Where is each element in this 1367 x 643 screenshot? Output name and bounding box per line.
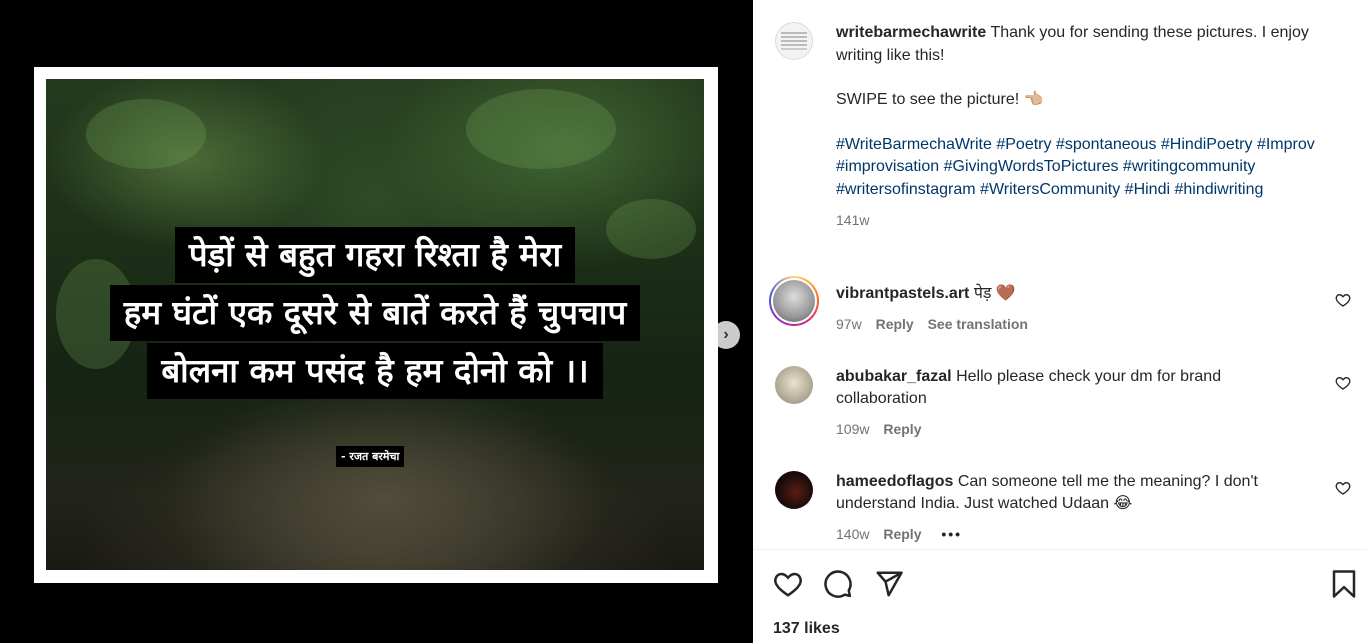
action-bar: 137 likes [753, 549, 1367, 643]
like-heart-icon[interactable] [773, 569, 803, 599]
comment: abubakar_fazal Hello please check your d… [836, 366, 1316, 440]
comment-age: 97w [836, 316, 862, 332]
comment-username[interactable]: vibrantpastels.art [836, 285, 969, 302]
likes-count[interactable]: 137 likes [773, 620, 840, 638]
poem-overlay: पेड़ों से बहुत गहरा रिश्ता है मेरा हम घं… [46, 227, 704, 401]
post-image[interactable]: पेड़ों से बहुत गहरा रिश्ता है मेरा हम घं… [46, 79, 704, 570]
reply-button[interactable]: Reply [883, 421, 921, 437]
poem-line: पेड़ों से बहुत गहरा रिश्ता है मेरा [174, 227, 576, 283]
heart-icon[interactable] [1335, 480, 1351, 496]
bookmark-icon[interactable] [1329, 569, 1359, 599]
caption-age: 141w [836, 212, 870, 228]
commenter-avatar[interactable] [775, 366, 813, 404]
image-frame: पेड़ों से बहुत गहरा रिश्ता है मेरा हम घं… [34, 67, 718, 583]
post-details: writebarmechawrite Thank you for sending… [753, 0, 1367, 643]
caption-swipe: SWIPE to see the picture! 👈🏼 [836, 91, 1044, 108]
heart-icon[interactable] [1335, 292, 1351, 308]
comment: hameedoflagos Can someone tell me the me… [836, 471, 1316, 545]
comment-age: 140w [836, 526, 870, 542]
comment-username[interactable]: abubakar_fazal [836, 368, 952, 385]
comment-username[interactable]: hameedoflagos [836, 473, 953, 490]
caption-hashtags[interactable]: #WriteBarmechaWrite #Poetry #spontaneous… [836, 134, 1316, 202]
next-image-button[interactable]: › [712, 321, 740, 349]
poem-line: हम घंटों एक दूसरे से बातें करते हैं चुपच… [109, 285, 641, 341]
comment-text: पेड़ 🤎 [973, 285, 1016, 302]
reply-button[interactable]: Reply [876, 316, 914, 332]
author-avatar[interactable] [775, 22, 813, 60]
poem-author: - रजत बरमेचा [336, 446, 405, 467]
commenter-avatar[interactable] [775, 471, 813, 509]
more-options-icon[interactable]: ••• [941, 526, 962, 542]
commenter-avatar-ring[interactable] [769, 276, 819, 326]
poem-line: बोलना कम पसंद है हम दोनो को ।। [147, 343, 603, 399]
comment-icon[interactable] [823, 569, 853, 599]
commenter-avatar[interactable] [773, 280, 815, 322]
see-translation-button[interactable]: See translation [928, 316, 1028, 332]
author-username[interactable]: writebarmechawrite [836, 24, 986, 41]
caption: writebarmechawrite Thank you for sending… [836, 22, 1316, 232]
comment: vibrantpastels.art पेड़ 🤎 97w Reply See … [836, 283, 1316, 335]
heart-icon[interactable] [1335, 375, 1351, 391]
post-media: पेड़ों से बहुत गहरा रिश्ता है मेरा हम घं… [0, 0, 753, 643]
reply-button[interactable]: Reply [883, 526, 921, 542]
share-icon[interactable] [874, 569, 904, 599]
foliage [466, 89, 616, 169]
comments-scroll[interactable]: writebarmechawrite Thank you for sending… [753, 0, 1367, 549]
chevron-right-icon: › [723, 326, 729, 343]
foliage [86, 99, 206, 169]
comment-age: 109w [836, 421, 870, 437]
